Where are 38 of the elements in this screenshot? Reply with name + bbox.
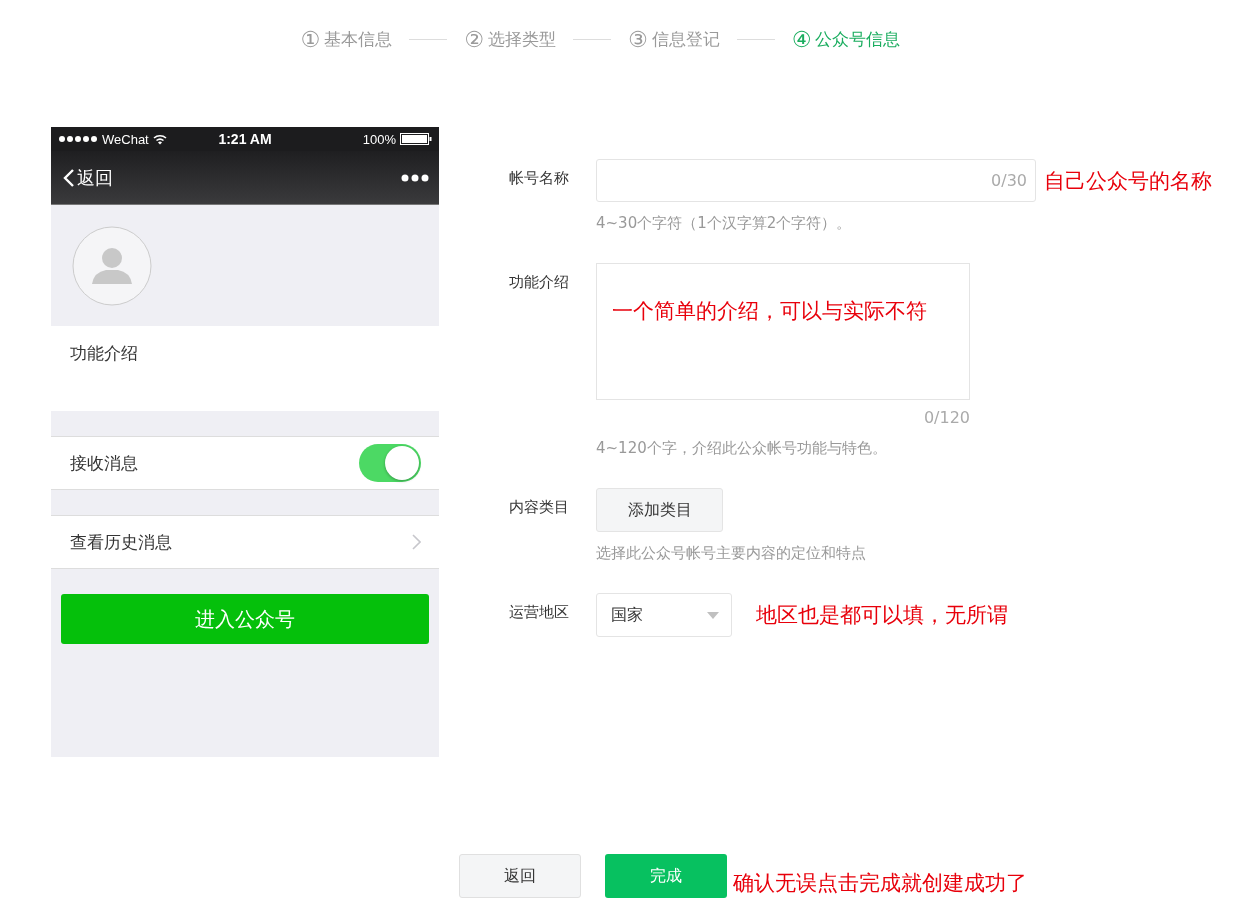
char-counter: 0/30: [991, 171, 1027, 190]
signal-icon: [58, 135, 98, 143]
annotation-text: 地区也是都可以填，无所谓: [756, 602, 1008, 629]
char-counter: 0/120: [922, 408, 970, 427]
region-select[interactable]: 国家: [596, 593, 732, 637]
intro-textarea[interactable]: 一个简单的介绍，可以与实际不符: [596, 263, 970, 400]
battery-percent: 100%: [362, 131, 396, 147]
battery-icon: [400, 133, 432, 145]
annotation-text: 自己公众号的名称: [1044, 167, 1212, 195]
field-label: 运营地区: [509, 602, 570, 623]
wifi-icon: [152, 133, 167, 145]
field-label: 帐号名称: [509, 168, 570, 189]
wizard-step: ③ 信息登记: [628, 26, 720, 52]
chevron-left-icon: [63, 167, 75, 188]
back-button[interactable]: 返回: [63, 165, 113, 190]
field-label: 内容类目: [509, 497, 570, 518]
annotation-text: 确认无误点击完成就创建成功了: [733, 870, 1027, 897]
status-time: 1:21 AM: [218, 131, 272, 147]
hint-text: 选择此公众号帐号主要内容的定位和特点: [596, 544, 866, 563]
row-label: 接收消息: [70, 451, 138, 475]
chevron-right-icon: [412, 534, 421, 550]
wizard-step: ① 基本信息: [300, 26, 393, 52]
add-category-button[interactable]: 添加类目: [596, 488, 723, 532]
field-label: 功能介绍: [509, 272, 570, 293]
hint-text: 4~120个字，介绍此公众帐号功能与特色。: [596, 439, 888, 458]
wizard-step: ④ 公众号信息: [791, 26, 901, 52]
history-row[interactable]: 查看历史消息: [51, 515, 439, 569]
intro-label: 功能介绍: [51, 326, 439, 411]
more-icon: [401, 173, 429, 182]
row-label: 查看历史消息: [70, 530, 172, 554]
annotation-text: 一个简单的介绍，可以与实际不符: [612, 298, 927, 325]
avatar-icon: [72, 225, 152, 306]
back-button[interactable]: 返回: [459, 854, 581, 898]
caret-icon: [707, 611, 719, 619]
wizard-step: ② 选择类型: [464, 26, 556, 52]
carrier-name: WeChat: [102, 131, 149, 147]
toggle-switch[interactable]: [359, 444, 421, 482]
hint-text: 4~30个字符（1个汉字算2个字符）。: [596, 214, 853, 233]
